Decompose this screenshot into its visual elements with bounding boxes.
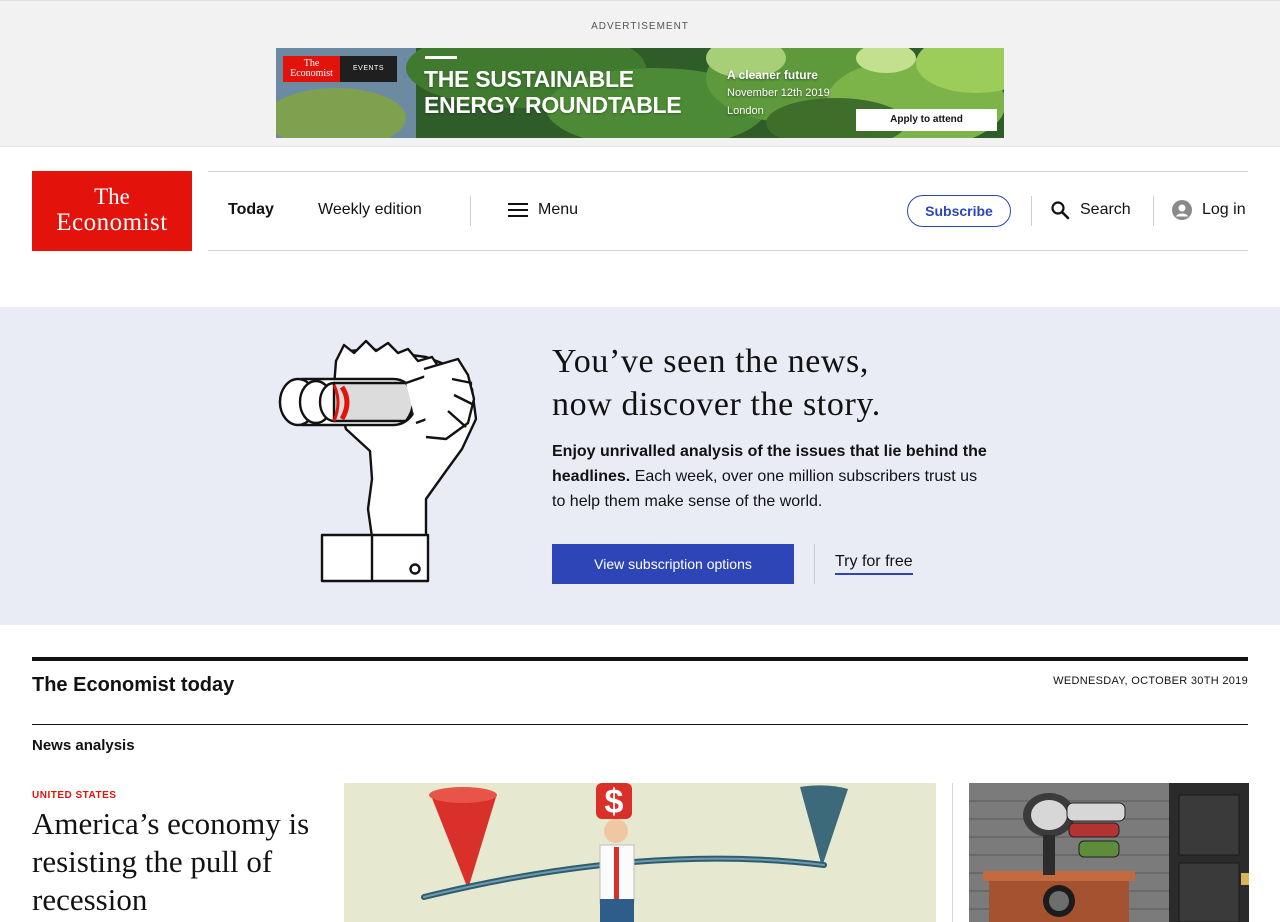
search-button[interactable]: Search	[1050, 200, 1131, 220]
menu-label: Menu	[538, 201, 579, 218]
search-label: Search	[1080, 201, 1131, 218]
nav-divider	[1031, 196, 1032, 226]
story-image-politics[interactable]	[969, 783, 1249, 922]
story-headline[interactable]: America’s economy is resisting the pull …	[32, 805, 332, 919]
login-label: Log in	[1202, 201, 1246, 218]
story-image-economy[interactable]: $	[344, 783, 936, 922]
try-for-free-link[interactable]: Try for free	[835, 552, 913, 575]
promo-divider	[814, 544, 815, 584]
ad-accent-bar	[425, 56, 457, 59]
edition-date: WEDNESDAY, OCTOBER 30TH 2019	[1053, 675, 1248, 687]
story-kicker[interactable]: UNITED STATES	[32, 790, 116, 801]
balance-illustration: $	[344, 783, 936, 922]
subscription-promo: You’ve seen the news, now discover the s…	[0, 307, 1280, 625]
promo-headline: You’ve seen the news, now discover the s…	[552, 343, 881, 423]
advertisement-label: ADVERTISEMENT	[591, 21, 689, 32]
section-top-rule	[32, 657, 1248, 661]
user-account-icon	[1172, 200, 1192, 220]
ad-event-info: A cleaner future November 12th 2019 Lond…	[727, 68, 830, 117]
apply-to-attend-button[interactable]: Apply to attend	[856, 109, 997, 131]
promo-body: Enjoy unrivalled analysis of the issues …	[552, 439, 992, 514]
nav-divider	[1153, 196, 1154, 226]
ad-title: THE SUSTAINABLE ENERGY ROUNDTABLE	[424, 66, 682, 118]
section-title: The Economist today	[32, 674, 235, 696]
hand-holding-newspaper-illustration	[278, 339, 478, 583]
view-subscription-options-button[interactable]: View subscription options	[552, 544, 794, 584]
hamburger-icon	[508, 203, 528, 217]
nav-today-link[interactable]: Today	[228, 200, 274, 220]
section-divider	[32, 724, 1248, 725]
economist-events-logo: The Economist EVENTS	[283, 56, 397, 82]
login-button[interactable]: Log in	[1172, 200, 1246, 220]
nav-divider	[470, 196, 471, 226]
nav-weekly-edition-link[interactable]: Weekly edition	[318, 200, 422, 220]
subscribe-button[interactable]: Subscribe	[907, 195, 1011, 227]
advertisement-strip: ADVERTISEMENT The Economist EVENTS THE SU…	[0, 0, 1280, 147]
economist-logo[interactable]: The Economist	[32, 171, 192, 251]
main-navigation: Today Weekly edition Menu Subscribe Sear…	[208, 171, 1248, 251]
menu-button[interactable]: Menu	[508, 200, 578, 220]
advertisement-banner[interactable]: The Economist EVENTS THE SUSTAINABLE ENER…	[276, 48, 1004, 138]
search-icon	[1051, 201, 1070, 220]
lectern-illustration	[969, 783, 1249, 922]
svg-text:$: $	[605, 783, 624, 821]
news-analysis-label: News analysis	[32, 737, 135, 754]
column-divider	[952, 783, 953, 922]
